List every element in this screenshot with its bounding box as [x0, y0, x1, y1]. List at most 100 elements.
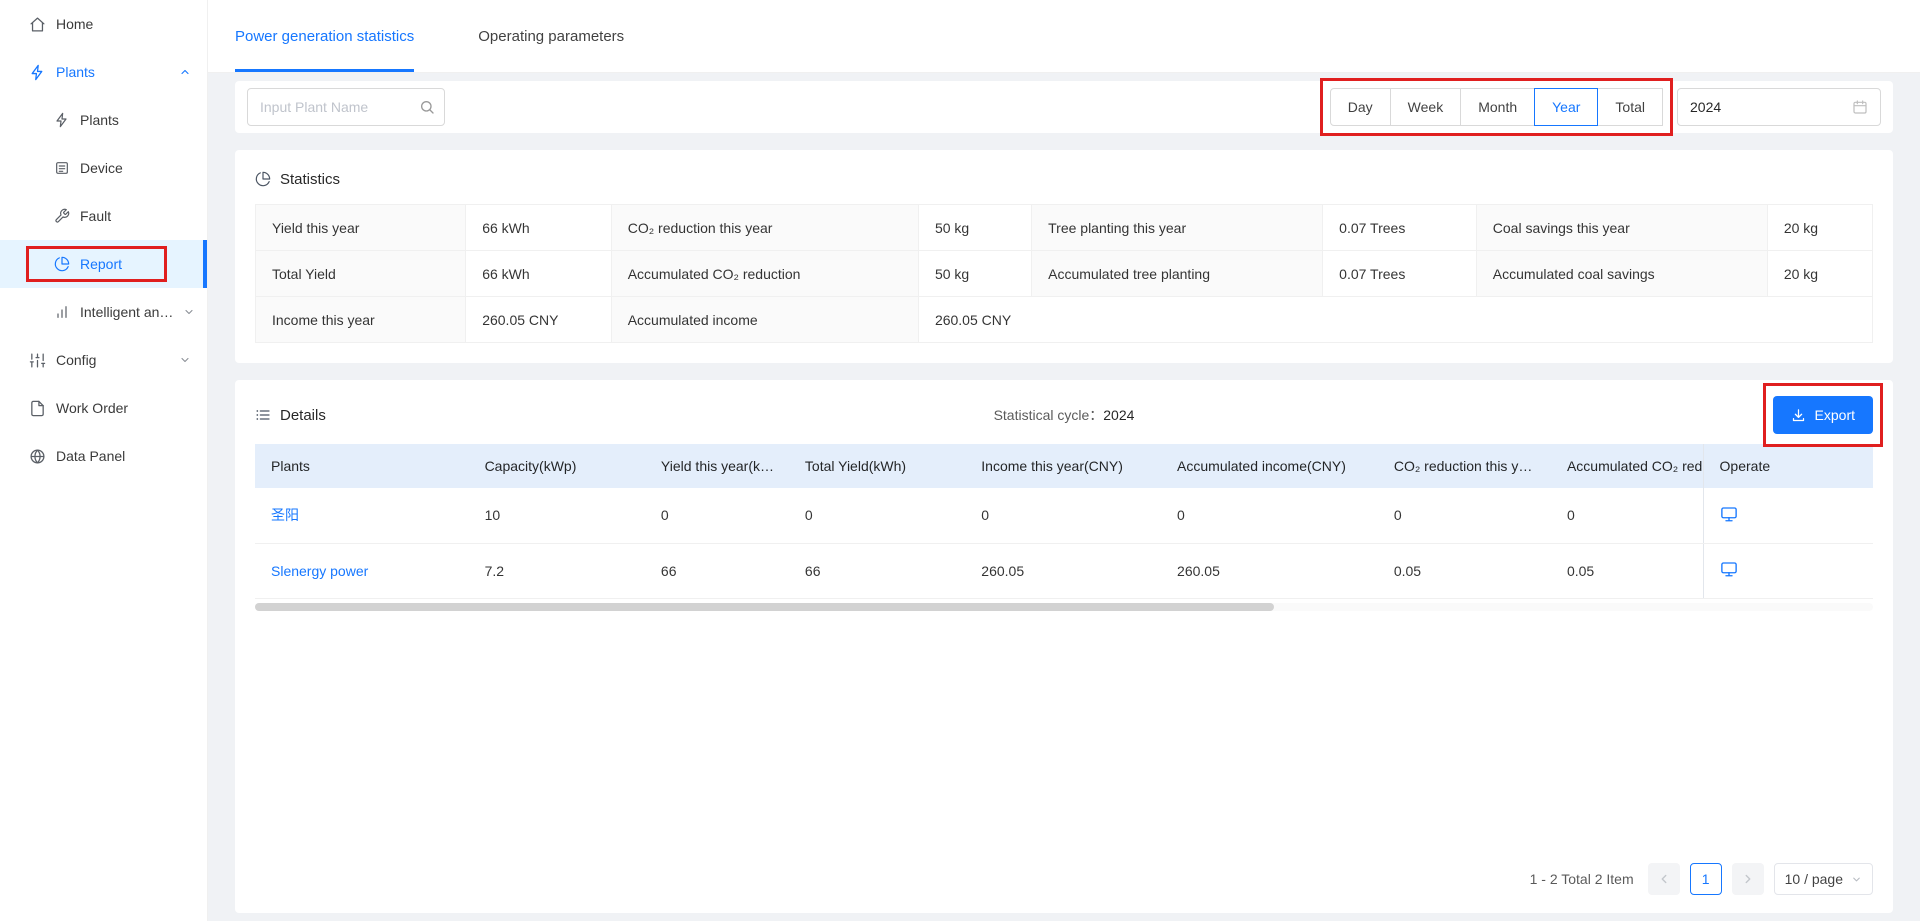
col-yield-this-year[interactable]: Yield this year(k… [645, 444, 789, 488]
stat-label: Accumulated tree planting [1032, 251, 1323, 297]
details-card: Details Statistical cycle：2024 Export [235, 380, 1893, 913]
details-header: Details Statistical cycle：2024 Export [255, 392, 1873, 438]
chevron-down-icon [1851, 874, 1862, 885]
export-button-label: Export [1815, 407, 1855, 423]
period-year-button[interactable]: Year [1534, 88, 1598, 126]
sidebar-item-report[interactable]: Report [0, 240, 207, 288]
sidebar-item-device[interactable]: Device [0, 144, 207, 192]
page-size-select[interactable]: 10 / page [1774, 863, 1873, 895]
sidebar-item-label: Data Panel [56, 448, 125, 464]
pagination-summary: 1 - 2 Total 2 Item [1530, 871, 1634, 887]
stat-value: 0.07 Trees [1323, 205, 1477, 251]
top-tabbar: Power generation statistics Operating pa… [208, 0, 1920, 73]
sidebar-item-plants-group[interactable]: Plants [0, 48, 207, 96]
sidebar-item-fault[interactable]: Fault [0, 192, 207, 240]
plant-link[interactable]: 圣阳 [271, 507, 299, 523]
chevron-up-icon [179, 66, 191, 78]
stat-value: 66 kWh [466, 205, 612, 251]
sidebar-item-label: Intelligent an… [80, 304, 173, 320]
monitor-icon[interactable] [1720, 505, 1738, 523]
tab-power-generation-statistics[interactable]: Power generation statistics [235, 0, 414, 72]
stat-value: 50 kg [918, 205, 1031, 251]
horizontal-scrollbar-track[interactable] [255, 603, 1873, 611]
stat-label: Coal savings this year [1476, 205, 1767, 251]
chevron-right-icon [1741, 872, 1755, 886]
period-total-button[interactable]: Total [1597, 88, 1663, 126]
tab-label: Power generation statistics [235, 28, 414, 45]
monitor-icon[interactable] [1720, 560, 1738, 578]
sidebar-item-label: Plants [56, 64, 95, 80]
pie-chart-icon [54, 256, 70, 272]
year-picker[interactable]: 2024 [1677, 88, 1881, 126]
col-capacity[interactable]: Capacity(kWp) [469, 444, 645, 488]
stat-value: 50 kg [918, 251, 1031, 297]
filter-bar: Day Week Month Year Total 2024 [235, 81, 1893, 133]
sidebar-item-config[interactable]: Config [0, 336, 207, 384]
main-area: Power generation statistics Operating pa… [208, 0, 1920, 921]
chevron-left-icon [1657, 872, 1671, 886]
col-accumulated-co2[interactable]: Accumulated CO₂ reduction [1551, 444, 1703, 488]
period-week-button[interactable]: Week [1390, 88, 1462, 126]
period-segmented-control: Day Week Month Year Total [1330, 88, 1663, 126]
pie-chart-icon [255, 171, 271, 187]
stat-value: 20 kg [1767, 205, 1872, 251]
table-row: 圣阳 10 0 0 0 0 0 0 [255, 488, 1873, 543]
plant-link[interactable]: Slenergy power [271, 563, 368, 579]
stat-value: 260.05 CNY [918, 297, 1872, 343]
period-month-button[interactable]: Month [1460, 88, 1535, 126]
col-accumulated-income[interactable]: Accumulated income(CNY) [1161, 444, 1378, 488]
bolt-icon [54, 112, 70, 128]
chevron-down-icon [179, 354, 191, 366]
sidebar-item-work-order[interactable]: Work Order [0, 384, 207, 432]
statistical-cycle: Statistical cycle：2024 [255, 405, 1873, 425]
details-table: Plants Capacity(kWp) Yield this year(k… … [255, 444, 1873, 599]
tab-operating-parameters[interactable]: Operating parameters [478, 0, 624, 72]
content: Day Week Month Year Total 2024 [208, 73, 1920, 921]
plant-search-input[interactable] [247, 88, 445, 126]
download-icon [1791, 408, 1806, 423]
stat-label: Accumulated income [611, 297, 918, 343]
sidebar-item-label: Home [56, 16, 93, 32]
details-title: Details [280, 407, 326, 424]
period-filter-group: Day Week Month Year Total 2024 [1330, 88, 1881, 126]
sidebar-item-label: Fault [80, 208, 111, 224]
col-co2-reduction[interactable]: CO₂ reduction this y… [1378, 444, 1551, 488]
cell-yield-this-year: 66 [645, 543, 789, 598]
cell-total-yield: 66 [789, 543, 965, 598]
stat-value: 66 kWh [466, 251, 612, 297]
pagination-next-button[interactable] [1732, 863, 1764, 895]
col-plants[interactable]: Plants [255, 444, 469, 488]
export-button[interactable]: Export [1773, 396, 1873, 434]
sidebar-item-home[interactable]: Home [0, 0, 207, 48]
year-picker-value: 2024 [1690, 99, 1721, 115]
sidebar-item-data-panel[interactable]: Data Panel [0, 432, 207, 480]
sidebar-item-label: Report [80, 256, 122, 272]
cell-accumulated-co2: 0 [1551, 488, 1703, 543]
sidebar-item-label: Config [56, 352, 96, 368]
statistics-row: Total Yield 66 kWh Accumulated CO₂ reduc… [256, 251, 1873, 297]
col-income-this-year[interactable]: Income this year(CNY) [965, 444, 1161, 488]
sliders-icon [29, 352, 46, 369]
sidebar-item-label: Work Order [56, 400, 128, 416]
home-icon [29, 16, 46, 33]
cell-income-this-year: 0 [965, 488, 1161, 543]
device-icon [54, 160, 70, 176]
cell-total-yield: 0 [789, 488, 965, 543]
statistics-header: Statistics [255, 162, 1873, 196]
details-title-group: Details [255, 398, 326, 432]
stat-label: CO₂ reduction this year [611, 205, 918, 251]
pagination-page-1[interactable]: 1 [1690, 863, 1722, 895]
cell-co2-reduction: 0.05 [1378, 543, 1551, 598]
sidebar-item-intelligent-analysis[interactable]: Intelligent an… [0, 288, 207, 336]
search-icon[interactable] [419, 99, 435, 115]
pagination-prev-button[interactable] [1648, 863, 1680, 895]
col-total-yield[interactable]: Total Yield(kWh) [789, 444, 965, 488]
horizontal-scrollbar-thumb[interactable] [255, 603, 1274, 611]
period-day-button[interactable]: Day [1330, 88, 1391, 126]
col-operate: Operate [1703, 444, 1873, 488]
wrench-icon [54, 208, 70, 224]
calendar-icon [1852, 99, 1868, 115]
cell-capacity: 10 [469, 488, 645, 543]
cell-co2-reduction: 0 [1378, 488, 1551, 543]
sidebar-item-plants[interactable]: Plants [0, 96, 207, 144]
